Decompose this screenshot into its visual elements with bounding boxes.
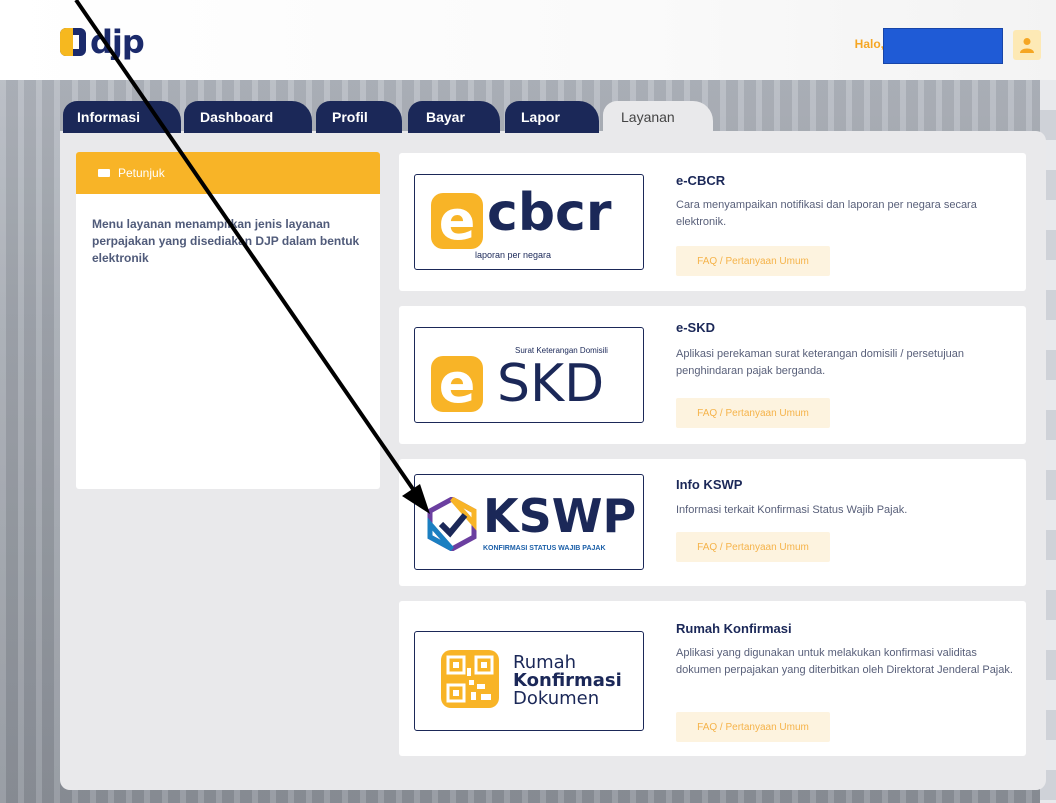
annotation-arrow — [74, 0, 430, 514]
